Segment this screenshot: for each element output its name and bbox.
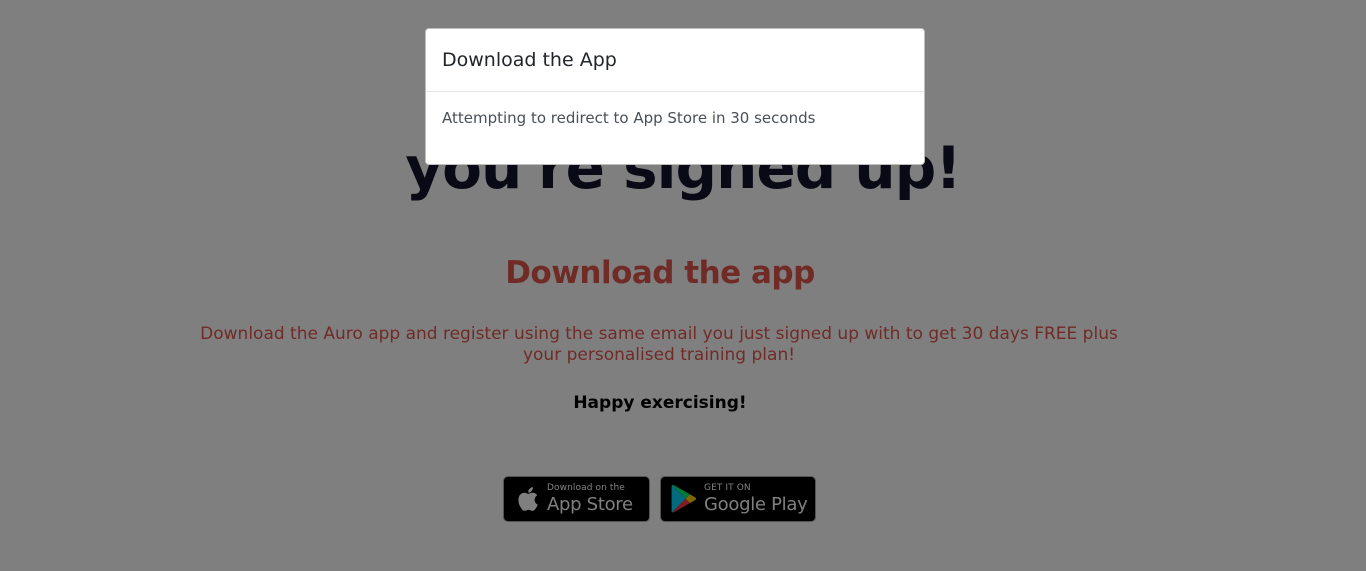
download-app-modal: Download the App Attempting to redirect …	[425, 28, 925, 165]
modal-header: Download the App	[426, 29, 924, 92]
modal-title: Download the App	[442, 49, 617, 71]
signup-confirmation-page: you're signed up! Download the app Downl…	[0, 0, 1366, 571]
modal-body: Attempting to redirect to App Store in 3…	[442, 109, 816, 127]
